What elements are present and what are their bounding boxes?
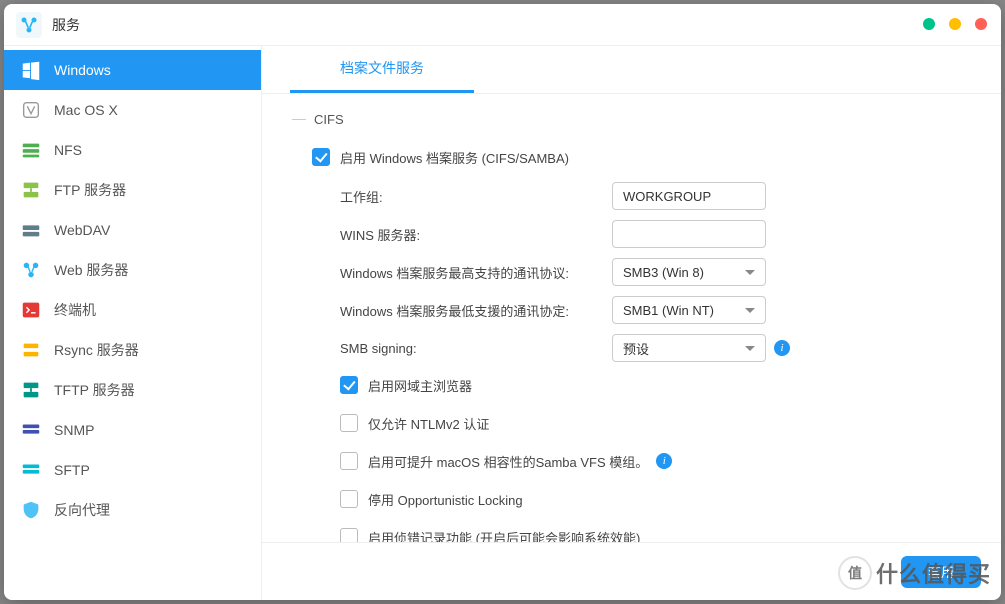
max-proto-value: SMB3 (Win 8): [623, 265, 704, 280]
tab-file-service[interactable]: 档案文件服务: [290, 48, 474, 93]
sidebar-item-web[interactable]: Web 服务器: [4, 250, 261, 290]
sidebar-item-terminal[interactable]: 终端机: [4, 290, 261, 330]
sidebar-item-label: NFS: [54, 142, 82, 158]
shield-icon: [20, 499, 42, 521]
ftp-icon: [20, 179, 42, 201]
sidebar-item-label: Mac OS X: [54, 102, 118, 118]
smb-signing-row: SMB signing: 预设 i: [292, 329, 971, 367]
web-icon: [20, 259, 42, 281]
workgroup-row: 工作组:: [292, 177, 971, 215]
local-master-checkbox[interactable]: [340, 376, 358, 394]
min-proto-select[interactable]: SMB1 (Win NT): [612, 296, 766, 324]
chevron-down-icon: [745, 346, 755, 351]
content-area: 档案文件服务 CIFS 启用 Windows 档案服务 (CIFS/SAMBA)…: [262, 46, 1001, 600]
sidebar-item-windows[interactable]: Windows: [4, 50, 261, 90]
workgroup-label: 工作组:: [340, 187, 612, 206]
samba-vfs-row: 启用可提升 macOS 相容性的Samba VFS 模组。 i: [292, 443, 971, 479]
sidebar-item-label: Web 服务器: [54, 260, 128, 280]
oplock-checkbox[interactable]: [340, 490, 358, 508]
rsync-icon: [20, 339, 42, 361]
sidebar-item-label: TFTP 服务器: [54, 380, 135, 400]
debug-log-label[interactable]: 启用侦错记录功能 (开启后可能会影响系统效能): [368, 528, 640, 543]
smb-signing-value: 预设: [623, 339, 649, 358]
max-proto-label: Windows 档案服务最高支持的通讯协议:: [340, 263, 612, 282]
sidebar-item-label: SNMP: [54, 422, 94, 438]
debug-log-checkbox[interactable]: [340, 528, 358, 542]
sidebar-item-label: Rsync 服务器: [54, 340, 139, 360]
sidebar-item-label: Windows: [54, 62, 111, 78]
titlebar: 服务: [4, 4, 1001, 46]
sidebar-item-macosx[interactable]: Mac OS X: [4, 90, 261, 130]
minimize-button[interactable]: [923, 18, 935, 30]
ntlmv2-label[interactable]: 仅允许 NTLMv2 认证: [368, 414, 489, 433]
ntlmv2-row: 仅允许 NTLMv2 认证: [292, 405, 971, 441]
snmp-icon: [20, 419, 42, 441]
enable-cifs-row: 启用 Windows 档案服务 (CIFS/SAMBA): [292, 139, 971, 175]
max-proto-select[interactable]: SMB3 (Win 8): [612, 258, 766, 286]
service-settings-window: 服务 Windows Mac OS X: [4, 4, 1001, 600]
tabs: 档案文件服务: [262, 46, 1001, 94]
workgroup-input[interactable]: [612, 182, 766, 210]
local-master-row: 启用网域主浏览器: [292, 367, 971, 403]
sidebar-item-nfs[interactable]: NFS: [4, 130, 261, 170]
tftp-icon: [20, 379, 42, 401]
nfs-icon: [20, 139, 42, 161]
enable-cifs-label[interactable]: 启用 Windows 档案服务 (CIFS/SAMBA): [340, 148, 569, 167]
smb-signing-label: SMB signing:: [340, 341, 612, 356]
sidebar-item-label: WebDAV: [54, 222, 110, 238]
footer: 套用: [262, 542, 1001, 600]
sidebar-item-label: SFTP: [54, 462, 90, 478]
enable-cifs-checkbox[interactable]: [312, 148, 330, 166]
min-proto-row: Windows 档案服务最低支援的通讯协定: SMB1 (Win NT): [292, 291, 971, 329]
settings-panel: CIFS 启用 Windows 档案服务 (CIFS/SAMBA) 工作组: W…: [262, 94, 1001, 542]
webdav-icon: [20, 219, 42, 241]
sidebar-item-rsync[interactable]: Rsync 服务器: [4, 330, 261, 370]
sidebar-item-tftp[interactable]: TFTP 服务器: [4, 370, 261, 410]
sidebar-item-webdav[interactable]: WebDAV: [4, 210, 261, 250]
sidebar: Windows Mac OS X NFS FTP 服务器: [4, 46, 262, 600]
windows-icon: [20, 59, 42, 81]
min-proto-label: Windows 档案服务最低支援的通讯协定:: [340, 301, 612, 320]
cifs-section-label: CIFS: [292, 112, 971, 127]
sidebar-item-ftp[interactable]: FTP 服务器: [4, 170, 261, 210]
window-body: Windows Mac OS X NFS FTP 服务器: [4, 46, 1001, 600]
wins-input[interactable]: [612, 220, 766, 248]
wins-label: WINS 服务器:: [340, 225, 612, 244]
smb-signing-select[interactable]: 预设: [612, 334, 766, 362]
info-icon[interactable]: i: [656, 453, 672, 469]
samba-vfs-label[interactable]: 启用可提升 macOS 相容性的Samba VFS 模组。 i: [368, 452, 672, 471]
min-proto-value: SMB1 (Win NT): [623, 303, 714, 318]
mac-icon: [20, 99, 42, 121]
sidebar-item-reverse-proxy[interactable]: 反向代理: [4, 490, 261, 530]
ntlmv2-checkbox[interactable]: [340, 414, 358, 432]
chevron-down-icon: [745, 270, 755, 275]
app-icon: [16, 12, 42, 38]
window-title: 服务: [52, 15, 80, 35]
debug-log-row: 启用侦错记录功能 (开启后可能会影响系统效能): [292, 519, 971, 542]
oplock-label[interactable]: 停用 Opportunistic Locking: [368, 490, 523, 509]
close-button[interactable]: [975, 18, 987, 30]
sidebar-item-label: FTP 服务器: [54, 180, 126, 200]
chevron-down-icon: [745, 308, 755, 313]
terminal-icon: [20, 299, 42, 321]
sidebar-item-label: 终端机: [54, 300, 96, 320]
wins-row: WINS 服务器:: [292, 215, 971, 253]
max-proto-row: Windows 档案服务最高支持的通讯协议: SMB3 (Win 8): [292, 253, 971, 291]
oplock-row: 停用 Opportunistic Locking: [292, 481, 971, 517]
sidebar-item-label: 反向代理: [54, 500, 110, 520]
sftp-icon: [20, 459, 42, 481]
local-master-label[interactable]: 启用网域主浏览器: [368, 376, 472, 395]
sidebar-item-sftp[interactable]: SFTP: [4, 450, 261, 490]
maximize-button[interactable]: [949, 18, 961, 30]
info-icon[interactable]: i: [774, 340, 790, 356]
sidebar-item-snmp[interactable]: SNMP: [4, 410, 261, 450]
apply-button[interactable]: 套用: [901, 556, 981, 588]
window-controls: [923, 18, 987, 30]
samba-vfs-checkbox[interactable]: [340, 452, 358, 470]
